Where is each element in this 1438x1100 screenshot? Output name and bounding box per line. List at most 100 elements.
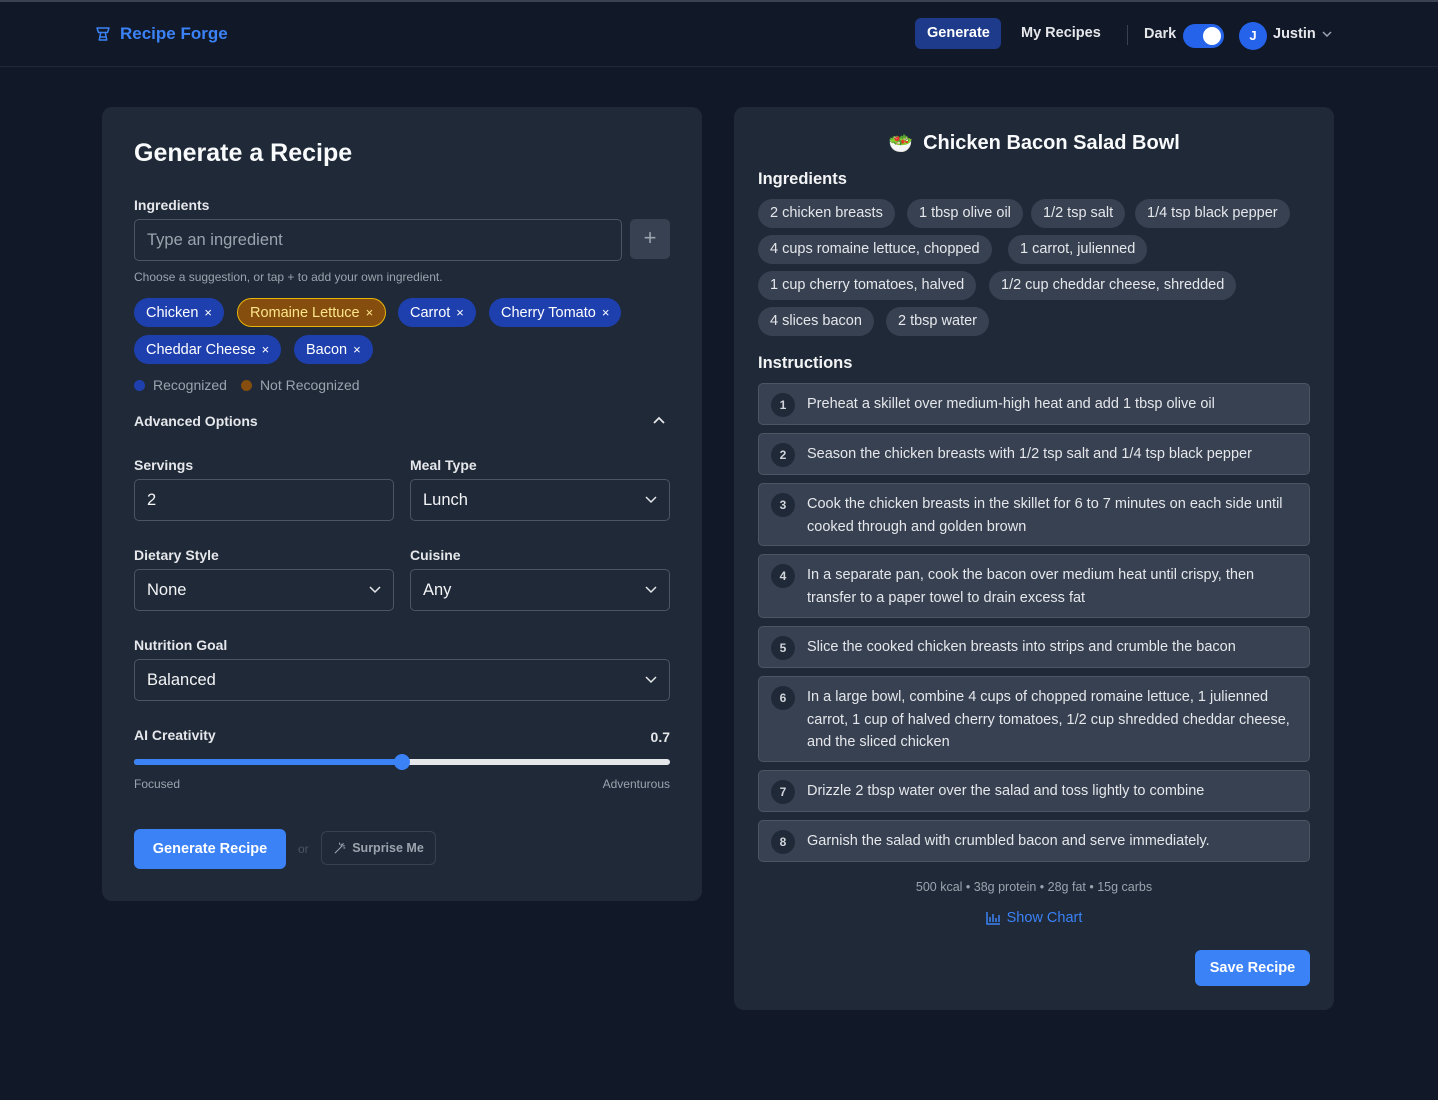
ingredient-item: 1/2 cup cheddar cheese, shredded [989,271,1237,300]
step-text: Preheat a skillet over medium-high heat … [807,396,1215,412]
brand-logo[interactable]: Recipe Forge [94,24,228,44]
nav-my-recipes[interactable]: My Recipes [1009,18,1113,49]
surprise-me-button[interactable]: Surprise Me [321,831,436,865]
instruction-step: 4 In a separate pan, cook the bacon over… [758,554,1310,618]
remove-chip-icon[interactable]: × [602,305,610,320]
chip-label: Cheddar Cheese [146,341,256,358]
form-title: Generate a Recipe [134,139,353,167]
nutrition-summary: 500 kcal • 38g protein • 28g fat • 15g c… [915,880,1153,894]
dietary-style-value: None [147,580,187,599]
show-chart-label: Show Chart [1006,910,1083,926]
ingredient-item: 1 tbsp olive oil [907,199,1023,228]
chevron-down-icon [645,676,657,684]
remove-chip-icon[interactable]: × [204,305,212,320]
meal-type-select[interactable]: Lunch [410,479,670,521]
step-number: 6 [771,686,795,710]
cuisine-value: Any [423,580,452,599]
instructions-section-title: Instructions [758,354,853,372]
toggle-knob [1203,27,1221,45]
chip-legend: Recognized Not Recognized [134,377,360,393]
ingredient-chip-romaine-lettuce: Romaine Lettuce × [237,298,387,327]
ingredient-input[interactable]: Type an ingredient [134,219,622,261]
cuisine-label: Cuisine [410,547,461,563]
nav-generate[interactable]: Generate [915,18,1001,49]
chevron-up-icon[interactable] [653,416,665,424]
magic-wand-icon [334,842,346,853]
remove-chip-icon[interactable]: × [456,305,464,320]
step-number: 1 [771,393,795,417]
servings-label: Servings [134,457,194,473]
instruction-step: 6 In a large bowl, combine 4 cups of cho… [758,676,1310,762]
ai-creativity-value: 0.7 [650,729,670,745]
instruction-step: 5 Slice the cooked chicken breasts into … [758,626,1310,668]
ingredient-item: 2 tbsp water [886,307,989,336]
instruction-step: 3 Cook the chicken breasts in the skille… [758,483,1310,546]
nutrition-goal-select[interactable]: Balanced [134,659,670,701]
dietary-style-label: Dietary Style [134,547,219,563]
ingredient-item: 1/4 tsp black pepper [1135,199,1290,228]
ingredient-chip-bacon: Bacon × [294,335,373,364]
legend-recognized: Recognized [153,377,227,393]
ingredients-label: Ingredients [134,197,210,213]
slider-max-label: Adventurous [602,777,670,791]
chevron-down-icon[interactable] [1322,31,1332,37]
ingredient-item: 2 chicken breasts [758,199,895,228]
step-text: Slice the cooked chicken breasts into st… [807,639,1236,655]
chevron-down-icon [369,586,381,594]
salad-bowl-icon: 🥗 [888,133,914,155]
chef-hat-icon [96,27,110,41]
chip-label: Cherry Tomato [501,304,596,321]
cuisine-select[interactable]: Any [410,569,670,611]
dark-mode-label: Dark [1144,26,1177,42]
ingredient-chip-cheddar-cheese: Cheddar Cheese × [134,335,282,364]
instruction-step: 1 Preheat a skillet over medium-high hea… [758,383,1310,425]
servings-input[interactable]: 2 [134,479,394,521]
generate-form-panel: Generate a Recipe Ingredients Type an in… [102,107,702,901]
user-avatar[interactable]: J [1239,22,1267,50]
step-number: 5 [771,636,795,660]
step-number: 4 [771,564,795,588]
step-number: 3 [771,493,795,517]
show-chart-link[interactable]: Show Chart [734,910,1334,926]
brand-name: Recipe Forge [120,24,228,43]
remove-chip-icon[interactable]: × [353,342,361,357]
save-recipe-button[interactable]: Save Recipe [1195,950,1310,986]
top-navbar: Recipe Forge Generate My Recipes Dark J … [0,2,1438,67]
not-recognized-dot-icon [240,379,252,391]
meal-type-value: Lunch [423,490,468,509]
ingredient-hint: Choose a suggestion, or tap + to add you… [134,270,443,284]
ingredient-item: 4 cups romaine lettuce, chopped [758,235,992,264]
step-text: Cook the chicken breasts in the skillet … [807,496,1283,535]
nutrition-goal-label: Nutrition Goal [134,637,228,653]
step-text: Drizzle 2 tbsp water over the salad and … [807,783,1205,799]
chevron-down-icon [645,586,657,594]
slider-min-label: Focused [134,777,181,791]
remove-chip-icon[interactable]: × [262,342,270,357]
legend-not-recognized: Not Recognized [259,377,360,393]
user-name[interactable]: Justin [1273,26,1316,42]
step-number: 7 [771,780,795,804]
step-number: 8 [771,830,795,854]
step-text: In a separate pan, cook the bacon over m… [807,567,1255,606]
recognized-dot-icon [134,379,145,391]
step-text: Season the chicken breasts with 1/2 tsp … [807,446,1252,462]
ingredient-item: 1 carrot, julienned [1008,235,1148,264]
chevron-down-icon [645,496,657,504]
instruction-step: 7 Drizzle 2 tbsp water over the salad an… [758,770,1310,812]
dietary-style-select[interactable]: None [134,569,394,611]
ingredients-section-title: Ingredients [758,170,847,188]
creativity-slider[interactable] [134,754,670,770]
ingredient-item: 4 slices bacon [758,307,874,336]
chip-label: Carrot [410,304,451,321]
slider-thumb[interactable] [394,754,410,770]
advanced-options-label[interactable]: Advanced Options [134,413,258,429]
recipe-result-panel: 🥗 Chicken Bacon Salad Bowl Ingredients 2… [734,107,1334,1010]
add-ingredient-button[interactable]: + [630,219,670,259]
ingredient-item: 1/2 tsp salt [1031,199,1126,228]
dark-mode-toggle[interactable] [1183,24,1224,48]
generate-recipe-button[interactable]: Generate Recipe [134,829,286,869]
recipe-title-row: 🥗 Chicken Bacon Salad Bowl [734,131,1334,156]
recipe-title: Chicken Bacon Salad Bowl [923,132,1180,154]
remove-chip-icon[interactable]: × [366,305,374,320]
instruction-step: 8 Garnish the salad with crumbled bacon … [758,820,1310,862]
